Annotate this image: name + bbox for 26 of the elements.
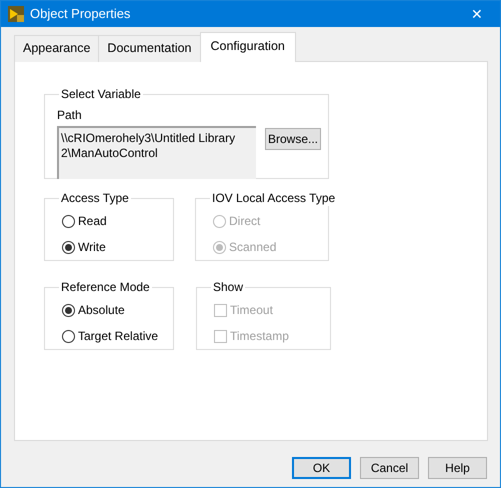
field-label: Path [57,108,83,123]
window-title: Object Properties [30,5,132,24]
close-button[interactable]: ✕ [454,1,500,27]
option-label: Write [78,239,106,256]
radio-button[interactable] [62,304,75,316]
radio-button[interactable] [62,214,75,228]
option-label: Scanned [229,239,276,256]
radio-button[interactable] [62,240,75,254]
tab[interactable]: Configuration [200,32,296,62]
option-label: Absolute [78,302,125,319]
option-label: Read [78,213,107,230]
group-label: Access Type [59,191,131,206]
tab[interactable]: Appearance [14,35,100,62]
dialog-button[interactable]: OK [292,457,351,479]
dialog-button[interactable]: Cancel [360,457,419,479]
tab[interactable]: Documentation [98,35,200,62]
option-label: Direct [229,213,260,230]
radio-button[interactable] [62,330,75,342]
option-label: Timeout [230,302,273,319]
path-field[interactable]: \\cRIOmerohely3\Untitled Library 2\ManAutoControl [57,126,256,179]
option-label: Target Relative [78,328,158,345]
group-label: IOV Local Access Type [210,191,338,206]
option-label: Timestamp [230,328,289,345]
dialog-button[interactable]: Help [428,457,487,479]
browse-button[interactable]: Browse... [265,128,321,150]
app-icon [8,6,24,22]
